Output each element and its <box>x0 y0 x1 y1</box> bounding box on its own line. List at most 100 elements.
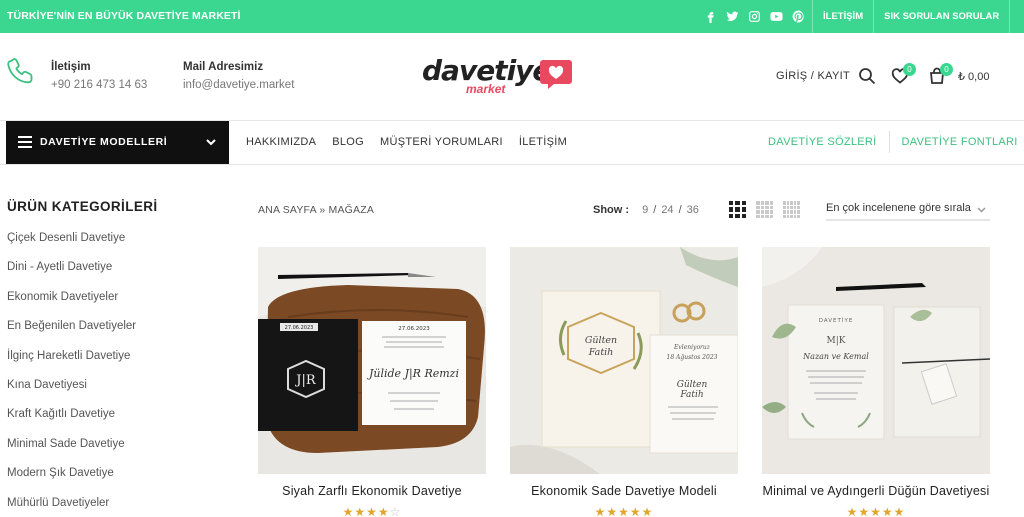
star-empty-icon: ☆ <box>389 505 402 517</box>
logo-sub: market <box>466 82 506 96</box>
mail-address[interactable]: info@davetiye.market <box>183 79 294 91</box>
nav-link-reviews[interactable]: MÜŞTERİ YORUMLARI <box>380 136 503 148</box>
product-rating: ★★★★☆ <box>258 505 486 517</box>
top-links: İLETİŞİM SIK SORULAN SORULAR <box>812 0 1011 33</box>
product-card[interactable]: DAVETİYE M|K Nazan ve Kemal Minimal ve A… <box>762 247 990 517</box>
product-name[interactable]: Siyah Zarflı Ekonomik Davetiye <box>258 483 486 499</box>
grid-4-columns-icon[interactable] <box>756 201 773 218</box>
top-link-contact[interactable]: İLETİŞİM <box>812 0 873 33</box>
per-page-option[interactable]: 36 <box>687 204 699 216</box>
product-image[interactable]: J|R 27.06.2023 27.06.2023 Jülide J|R Rem… <box>258 247 486 474</box>
star-filled-icon: ★ <box>594 505 607 517</box>
social-links <box>703 7 806 25</box>
sort-select[interactable]: En çok incelenene göre sırala <box>826 199 990 221</box>
breadcrumb[interactable]: ANA SAYFA » MAĞAZA <box>258 204 374 216</box>
svg-text:27.06.2023: 27.06.2023 <box>398 326 430 332</box>
sort-value: En çok incelenene göre sırala <box>826 202 971 214</box>
svg-text:18 Ağustos 2023: 18 Ağustos 2023 <box>667 354 718 361</box>
star-filled-icon: ★ <box>858 505 871 517</box>
category-item[interactable]: Ekonomik Davetiyeler <box>7 291 136 320</box>
product-card[interactable]: J|R 27.06.2023 27.06.2023 Jülide J|R Rem… <box>258 247 486 517</box>
category-menu-label: DAVETİYE MODELLERİ <box>40 136 168 148</box>
phone-number[interactable]: +90 216 473 14 63 <box>51 79 147 91</box>
product-name[interactable]: Ekonomik Sade Davetiye Modeli <box>510 483 738 499</box>
svg-text:M|K: M|K <box>827 336 846 346</box>
per-page-option[interactable]: 24 <box>661 204 673 216</box>
search-icon[interactable] <box>858 67 876 85</box>
product-rating: ★★★★★ <box>510 505 738 517</box>
sidebar-title: ÜRÜN KATEGORİLERİ <box>7 199 158 214</box>
product-name[interactable]: Minimal ve Aydıngerli Düğün Davetiyesi <box>762 483 990 499</box>
svg-text:Nazan ve Kemal: Nazan ve Kemal <box>802 352 869 361</box>
category-item[interactable]: Kraft Kağıtlı Davetiye <box>7 408 136 437</box>
wishlist-count-badge: 0 <box>903 63 916 76</box>
svg-text:Fatih: Fatih <box>679 390 703 400</box>
facebook-icon[interactable] <box>703 9 718 24</box>
nav-link-invitation-fonts[interactable]: DAVETİYE FONTLARI <box>902 136 1018 153</box>
category-item[interactable]: Dini - Ayetli Davetiye <box>7 261 136 290</box>
star-filled-icon: ★ <box>641 505 654 517</box>
cart-count-badge: 0 <box>940 63 953 76</box>
star-filled-icon: ★ <box>893 505 906 517</box>
chevron-down-icon <box>977 205 986 214</box>
svg-text:Gülten: Gülten <box>677 380 708 390</box>
nav-link-contact[interactable]: İLETİŞİM <box>519 136 567 148</box>
site-logo[interactable]: davetiye market <box>422 52 574 100</box>
grid-5-columns-icon[interactable] <box>783 201 800 218</box>
instagram-icon[interactable] <box>747 9 762 24</box>
category-menu-button[interactable]: DAVETİYE MODELLERİ <box>6 121 229 164</box>
category-item[interactable]: Mühürlü Davetiyeler <box>7 497 136 517</box>
youtube-icon[interactable] <box>769 9 784 24</box>
category-list: Çiçek Desenli Davetiye Dini - Ayetli Dav… <box>7 232 136 517</box>
product-image[interactable]: DAVETİYE M|K Nazan ve Kemal <box>762 247 990 474</box>
phone-label: İletişim <box>51 61 91 73</box>
star-filled-icon: ★ <box>354 505 367 517</box>
nav-link-invitation-texts[interactable]: DAVETİYE SÖZLERİ <box>768 136 877 153</box>
star-filled-icon: ★ <box>881 505 894 517</box>
star-filled-icon: ★ <box>366 505 378 517</box>
hamburger-icon <box>18 136 32 148</box>
per-page-label: Show : <box>593 204 630 216</box>
nav-link-blog[interactable]: BLOG <box>332 136 364 148</box>
star-filled-icon: ★ <box>606 505 619 517</box>
promo-text: TÜRKİYE'NİN EN BÜYÜK DAVETİYE MARKETİ <box>7 10 241 22</box>
svg-text:DAVETİYE: DAVETİYE <box>819 317 854 324</box>
product-rating: ★★★★★ <box>762 505 990 517</box>
per-page-option[interactable]: 9 <box>642 204 648 216</box>
secondary-nav: DAVETİYE SÖZLERİ DAVETİYE FONTLARI <box>768 131 1018 153</box>
category-item[interactable]: Minimal Sade Davetiye <box>7 438 136 467</box>
grid-3-columns-icon[interactable] <box>729 201 746 218</box>
star-filled-icon: ★ <box>618 505 630 517</box>
login-register-link[interactable]: GİRİŞ / KAYIT <box>776 70 850 82</box>
category-item[interactable]: Kına Davetiyesi <box>7 379 136 408</box>
chevron-down-icon <box>205 135 217 147</box>
twitter-icon[interactable] <box>725 9 740 24</box>
nav-link-about[interactable]: HAKKIMIZDA <box>246 136 316 148</box>
product-card[interactable]: Gülten Fatih Evleniyoruz 18 Ağustos 2023… <box>510 247 738 517</box>
star-filled-icon: ★ <box>342 505 355 517</box>
star-filled-icon: ★ <box>870 505 882 517</box>
svg-text:Fatih: Fatih <box>588 347 614 358</box>
mail-contact: Mail Adresimiz info@davetiye.market <box>183 61 294 91</box>
category-item[interactable]: İlginç Hareketli Davetiye <box>7 350 136 379</box>
nav-separator <box>888 131 890 153</box>
category-item[interactable]: Modern Şık Davetiye <box>7 467 136 496</box>
star-filled-icon: ★ <box>846 505 859 517</box>
svg-text:Gülten: Gülten <box>585 335 617 346</box>
svg-text:27.06.2023: 27.06.2023 <box>285 325 314 331</box>
product-image[interactable]: Gülten Fatih Evleniyoruz 18 Ağustos 2023… <box>510 247 738 474</box>
category-item[interactable]: Çiçek Desenli Davetiye <box>7 232 136 261</box>
pinterest-icon[interactable] <box>791 9 806 24</box>
star-filled-icon: ★ <box>629 505 642 517</box>
svg-text:Evleniyoruz: Evleniyoruz <box>673 344 711 351</box>
top-bar: TÜRKİYE'NİN EN BÜYÜK DAVETİYE MARKETİ İL… <box>0 0 1024 33</box>
main-nav: HAKKIMIZDA BLOG MÜŞTERİ YORUMLARI İLETİŞ… <box>246 136 567 148</box>
svg-text:Jülide J|R Remzi: Jülide J|R Remzi <box>367 367 459 381</box>
top-link-faq[interactable]: SIK SORULAN SORULAR <box>873 0 1011 33</box>
svg-text:J|R: J|R <box>294 373 317 388</box>
logo-heart-icon <box>540 60 572 89</box>
per-page-selector: Show : 9/24/36 <box>593 204 699 216</box>
mail-label: Mail Adresimiz <box>183 61 264 73</box>
category-item[interactable]: En Beğenilen Davetiyeler <box>7 320 136 349</box>
cart-total[interactable]: ₺ 0,00 <box>958 70 989 83</box>
